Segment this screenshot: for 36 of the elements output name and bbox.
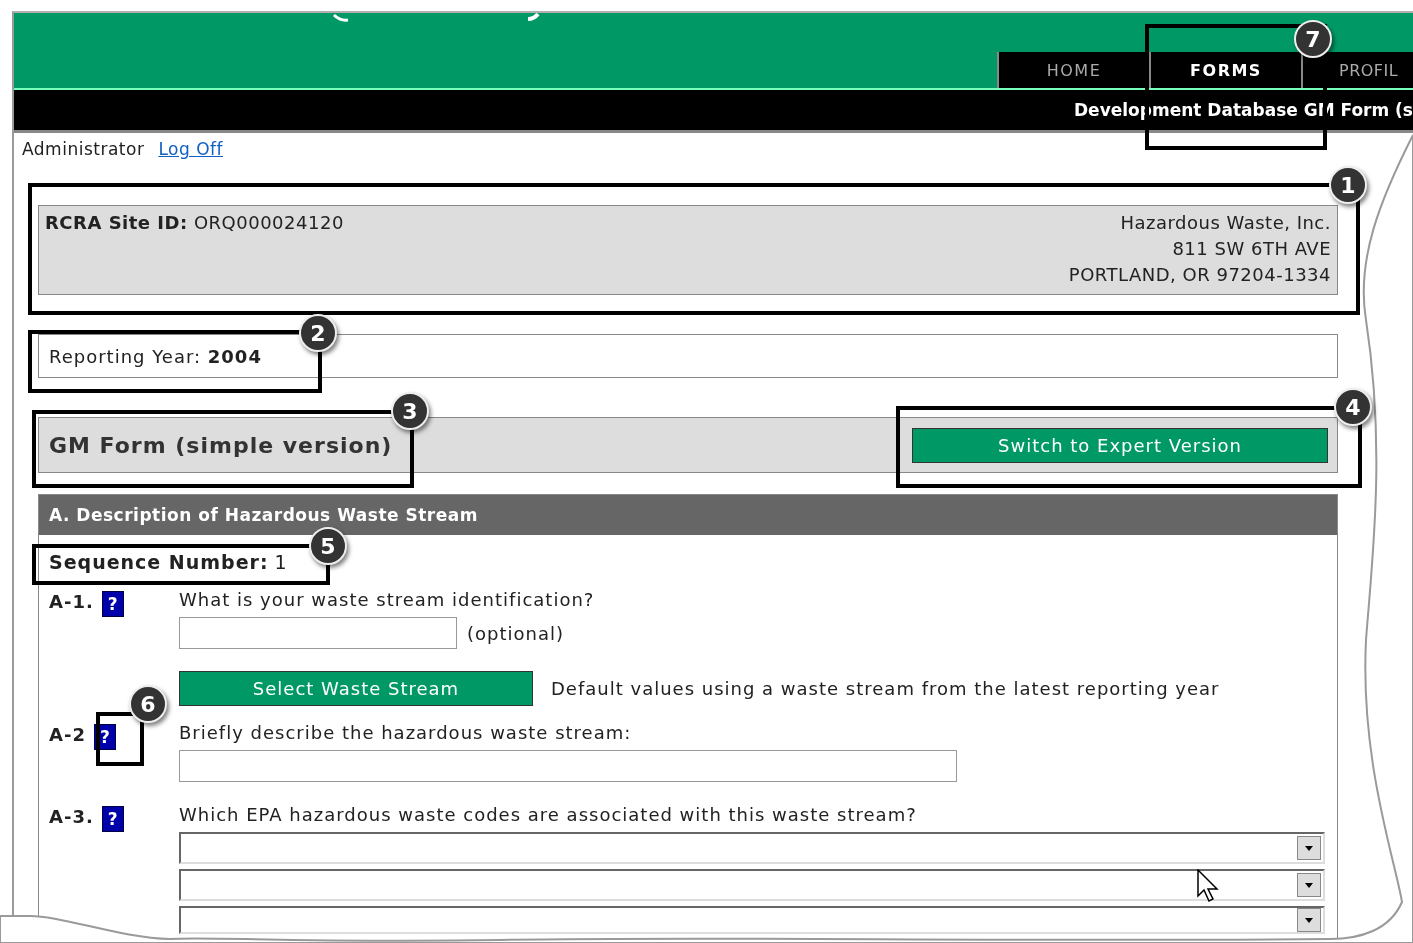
callout-number-badge: 1 xyxy=(1329,166,1367,204)
question-text: Which EPA hazardous waste codes are associated with this waste stream? xyxy=(179,804,918,827)
sequence-number: Sequence Number: 1 xyxy=(49,551,288,573)
address-line: 811 SW 6TH AVE xyxy=(1171,237,1331,261)
callout-number-badge: 3 xyxy=(391,392,429,430)
nav-tab[interactable]: FORMS xyxy=(1149,52,1301,88)
user-name: Administrator xyxy=(22,139,145,159)
dropdown-field[interactable] xyxy=(179,906,1325,934)
help-icon[interactable]: ? xyxy=(101,806,124,832)
address-line: Hazardous Waste, Inc. xyxy=(1119,211,1331,235)
reporting-year: Reporting Year: 2004 xyxy=(49,345,262,367)
logoff-link[interactable]: Log Off xyxy=(158,139,223,159)
text-field[interactable] xyxy=(179,617,457,649)
callout-number-badge: 5 xyxy=(309,527,347,565)
callout-number-badge: 6 xyxy=(129,685,167,723)
address-line: PORTLAND, OR 97204-1334 xyxy=(1068,263,1331,287)
question-number: A-1. xyxy=(49,591,94,612)
text-field[interactable] xyxy=(179,750,957,782)
optional-note: (optional) xyxy=(467,622,564,644)
callout-number-badge: 2 xyxy=(299,314,337,352)
help-icon[interactable]: ? xyxy=(101,591,124,617)
select-waste-stream-button[interactable]: Select Waste Stream xyxy=(179,671,533,706)
question-text: What is your waste stream identification? xyxy=(179,589,596,612)
expert-version-button[interactable]: Switch to Expert Version xyxy=(912,427,1328,463)
question-number: A-2 xyxy=(49,724,86,745)
site-id: RCRA Site ID: ORQ000024120 xyxy=(45,211,344,235)
dropdown-field[interactable] xyxy=(179,869,1325,901)
action-description: Default values using a waste stream from the latest reporting year xyxy=(551,678,1220,699)
question-number: A-3. xyxy=(49,806,94,827)
dropdown-field[interactable] xyxy=(179,832,1325,864)
nav-tab[interactable]: PROFIL xyxy=(1301,52,1413,88)
callout-number-badge: 4 xyxy=(1334,388,1372,426)
question-text: Briefly describe the hazardous waste stream: xyxy=(179,722,633,745)
section-title: A. Description of Hazardous Waste Stream xyxy=(49,505,478,525)
form-title: GM Form (simple version) xyxy=(49,432,393,458)
mouse-pointer-icon xyxy=(1197,869,1221,903)
